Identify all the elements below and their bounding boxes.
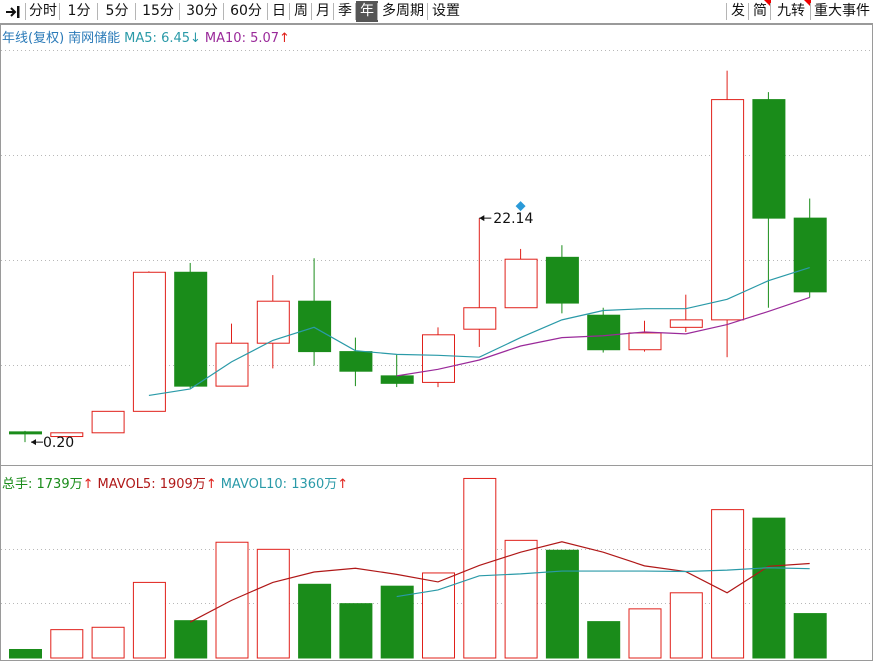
tab-fa[interactable]: 发 <box>727 1 749 22</box>
volume-bar <box>339 603 373 659</box>
ma10-arrow-icon: ↑ <box>279 31 290 46</box>
candle-body <box>298 300 332 353</box>
volume-bar <box>9 648 42 659</box>
mavol5-arrow-icon: ↑ <box>205 477 217 492</box>
tab-day[interactable]: 日 <box>268 1 290 22</box>
candle-body <box>669 319 703 328</box>
candle-body <box>9 431 42 435</box>
high-value-label: 22.14 <box>493 211 533 227</box>
candle-body <box>545 256 579 304</box>
tab-major-events[interactable]: 重大事件 <box>811 1 873 22</box>
ma5-arrow-icon: ↓ <box>190 31 201 46</box>
candle-body <box>628 332 662 351</box>
volume-bar <box>256 548 290 659</box>
candle-body <box>463 307 497 330</box>
total-volume-arrow-icon: ↑ <box>82 477 94 492</box>
high-arrow-icon <box>479 215 485 222</box>
candle-body <box>132 271 166 412</box>
volume-bar <box>587 621 621 659</box>
tab-5min[interactable]: 5分 <box>98 1 136 22</box>
volume-bar <box>50 629 84 659</box>
low-arrow-icon <box>31 439 36 446</box>
tab-quarter[interactable]: 季 <box>334 1 356 22</box>
volume-bar <box>711 509 745 659</box>
volume-bar <box>793 613 827 659</box>
low-value-label: 0.20 <box>43 435 74 451</box>
volume-bar <box>669 592 703 659</box>
candle-body <box>339 351 373 372</box>
period-label: 年线(复权) <box>2 31 65 46</box>
mavol10-line <box>396 567 810 598</box>
volume-bar <box>91 626 125 659</box>
tab-60min[interactable]: 60分 <box>224 1 268 22</box>
tab-settings[interactable]: 设置 <box>428 1 464 22</box>
tab-year[interactable]: 年 <box>356 1 378 22</box>
candle-body <box>91 410 125 434</box>
volume-bar <box>545 549 579 659</box>
volume-bar <box>298 583 332 659</box>
mavol5-label: MAVOL5: 1909万 <box>97 477 206 492</box>
ma5-label: MA5: 6.45 <box>124 31 191 46</box>
candle-body <box>711 99 745 321</box>
tab-30min[interactable]: 30分 <box>180 1 224 22</box>
ma10-label: MA10: 5.07 <box>204 31 280 46</box>
volume-panel <box>1 477 872 659</box>
candle-body <box>504 258 538 309</box>
volume-bar <box>463 477 497 659</box>
mavol10-arrow-icon: ↑ <box>337 477 349 492</box>
price-legend: 年线(复权) 南网储能 MA5: 6.45↓ MA10: 5.07↑ <box>2 27 294 46</box>
chart-area: 22.14 0.20 <box>0 24 873 661</box>
candle-body <box>215 342 249 387</box>
mavol10-label: MAVOL10: 1360万 <box>220 477 338 492</box>
tab-15min[interactable]: 15分 <box>136 1 180 22</box>
volume-bar <box>132 581 166 659</box>
tab-multi-period[interactable]: 多周期 <box>378 1 428 22</box>
volume-legend: 总手: 1739万↑ MAVOL5: 1909万↑ MAVOL10: 1360万↑ <box>2 473 352 492</box>
tab-week[interactable]: 周 <box>290 1 312 22</box>
collapse-arrow-icon[interactable] <box>2 1 24 22</box>
candle-body <box>752 99 786 219</box>
candle-body <box>422 334 455 383</box>
tab-minute[interactable]: 分时 <box>26 1 60 22</box>
period-toolbar: 分时 1分 5分 15分 30分 60分日周月季年多周期 设置发简九转 重大事件 <box>0 0 873 24</box>
volume-bar <box>752 517 786 659</box>
volume-bar <box>174 620 208 659</box>
volume-bar <box>628 608 662 659</box>
candle-body <box>793 217 827 293</box>
candle-body <box>380 375 414 384</box>
stock-name: 南网储能 <box>68 31 121 46</box>
candle-body <box>587 314 621 351</box>
tab-month[interactable]: 月 <box>312 1 334 22</box>
volume-bar <box>504 539 538 659</box>
tab-1min[interactable]: 1分 <box>60 1 98 22</box>
event-diamond-icon <box>515 201 526 212</box>
candle-body <box>174 271 208 387</box>
total-volume-label: 总手: 1739万 <box>2 477 83 492</box>
